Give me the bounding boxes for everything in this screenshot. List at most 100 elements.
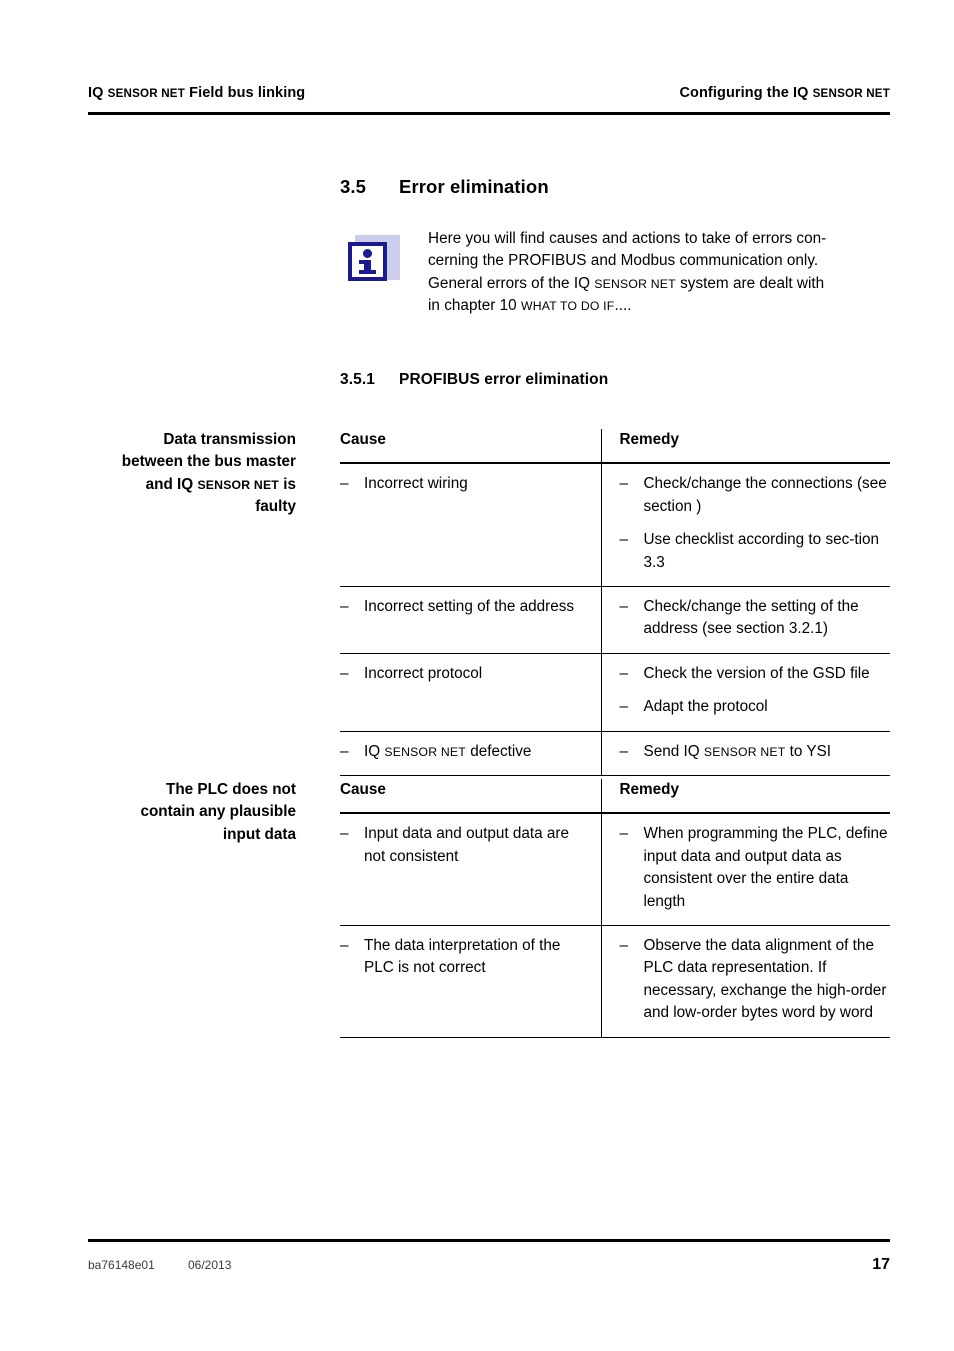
dash-list-item: – Incorrect protocol — [340, 663, 585, 685]
dash-list-item: – Send IQ SENSOR NET to YSI — [620, 741, 891, 763]
dash-list: – IQ SENSOR NET defective — [340, 741, 585, 763]
dash-list-item-text: Send IQ SENSOR NET to YSI — [644, 743, 832, 760]
dash-bullet-icon: – — [619, 664, 629, 682]
footer-rule — [88, 1239, 890, 1242]
info-icon-foot — [359, 270, 376, 274]
column-header-remedy: Remedy — [600, 779, 890, 815]
dash-bullet-icon: – — [340, 598, 349, 616]
dash-list-item-text: When programming the PLC, define input d… — [643, 825, 888, 910]
cell-cause: – IQ SENSOR NET defective — [340, 731, 601, 777]
plc-input-data-table: Cause Remedy – Input data and output data… — [340, 779, 890, 1038]
dash-list-item: – Observe the data alignment of the PLC d… — [620, 935, 891, 1025]
table-row: – IQ SENSOR NET defective – Send IQ SENSOR … — [340, 731, 891, 777]
dash-list: – Incorrect wiring — [340, 473, 585, 495]
dash-list-item: – Incorrect setting of the address — [340, 596, 585, 618]
info-note-line-4-smallcaps: WHAT TO DO IF — [520, 299, 615, 314]
document-id: ba76148e01 — [88, 1258, 155, 1272]
cell-remedy: – Observe the data alignment of the PLC d… — [600, 925, 891, 1038]
dash-list-item: – The data interpretation of the PLC is n… — [340, 935, 585, 980]
dash-bullet-icon: – — [619, 531, 629, 549]
dash-bullet-icon: – — [340, 742, 349, 760]
dash-bullet-icon: – — [619, 937, 629, 955]
dash-bullet-icon: – — [619, 825, 629, 843]
document-page: IQ SENSOR NET Field bus linking Configur… — [0, 0, 954, 1351]
table-header-row: Cause Remedy — [340, 429, 890, 465]
dash-list-item-text: Check/change the setting of the address … — [643, 598, 859, 638]
section-title: Error elimination — [399, 176, 549, 197]
margin-note-line-3-b: is — [278, 475, 296, 493]
dash-list: – Check the version of the GSD file – Adapt… — [620, 663, 891, 719]
text-suffix: defective — [465, 742, 532, 760]
margin-note-plc-input-data: The PLC does not contain any plausible i… — [88, 779, 296, 846]
margin-note-line-2: between the bus master — [121, 453, 296, 471]
dash-bullet-icon: – — [619, 698, 629, 716]
dash-list: – The data interpretation of the PLC is n… — [340, 935, 585, 980]
text-suffix: to YSI — [785, 742, 832, 760]
table-body: – Input data and output data are not cons… — [340, 813, 891, 1038]
margin-note-line-3-a: and IQ — [145, 475, 198, 493]
header-rule — [88, 112, 890, 115]
info-note-line-1: Here you will find causes and actions to… — [428, 230, 827, 247]
dash-list-item-text: Incorrect setting of the address — [364, 598, 575, 616]
cell-remedy: – Check the version of the GSD file – Adapt… — [600, 653, 891, 732]
section-number: 3.5 — [340, 176, 367, 197]
text-prefix: IQ — [364, 742, 385, 760]
info-icon — [348, 235, 400, 287]
table-header-row: Cause Remedy — [340, 779, 890, 815]
column-header-remedy: Remedy — [600, 429, 890, 465]
table-row: – Incorrect setting of the address – Check/… — [340, 586, 891, 654]
dash-list: – Check/change the setting of the address… — [620, 596, 891, 641]
cell-remedy: – Check/change the connections (see secti… — [600, 463, 891, 588]
table-row: – Incorrect wiring – Check/change the conne… — [340, 463, 891, 588]
running-header: IQ SENSOR NET Field bus linking Configur… — [88, 85, 890, 101]
profibus-error-table: Cause Remedy – Incorrect wiring – Check/cha… — [340, 429, 891, 777]
dash-bullet-icon: – — [619, 742, 629, 760]
table-body: – Incorrect wiring – Check/change the conne… — [340, 463, 891, 777]
info-note-line-4-a: in chapter 10 — [428, 297, 521, 315]
dash-list-item-text: Input data and output data are not consi… — [364, 825, 569, 865]
dash-list-item-text: Check/change the connections (see sectio… — [643, 475, 887, 515]
info-note-line-3: General errors of the IQ SENSOR NET syst… — [428, 273, 893, 295]
dash-list-item-text: Check the version of the GSD file — [643, 664, 870, 682]
dash-list-item-text: The data interpretation of the PLC is no… — [364, 937, 561, 977]
margin-note-line-3-smallcaps: SENSOR NET — [197, 477, 279, 492]
dash-list-item: – When programming the PLC, define input … — [620, 823, 891, 913]
column-header-cause: Cause — [340, 429, 601, 465]
running-header-left-prefix: IQ — [88, 85, 108, 101]
dash-list-item: – Adapt the protocol — [620, 696, 891, 718]
running-header-right-prefix: Configuring the IQ — [679, 85, 813, 101]
info-note-line-3-b: system are dealt with — [675, 274, 825, 292]
dash-list: – When programming the PLC, define input … — [620, 823, 891, 913]
dash-list-item: – Input data and output data are not cons… — [340, 823, 585, 868]
table-row: – The data interpretation of the PLC is n… — [340, 925, 891, 1038]
dash-bullet-icon: – — [619, 598, 629, 616]
document-date: 06/2013 — [188, 1258, 232, 1272]
subsection-heading: 3.5.1 PROFIBUS error elimination — [340, 371, 608, 389]
margin-note-data-transmission: Data transmission between the bus master… — [88, 429, 296, 519]
info-icon-dot — [363, 249, 372, 258]
dash-bullet-icon: – — [619, 475, 629, 493]
margin-note-line-2: contain any plausible — [140, 803, 296, 821]
dash-bullet-icon: – — [340, 475, 349, 493]
info-note-line-2: cerning the PROFIBUS and Modbus communic… — [428, 252, 819, 270]
dash-list-item: – Use checklist according to sec-tion 3.3 — [620, 529, 891, 574]
section-heading: 3.5 Error elimination — [340, 176, 549, 198]
cell-cause: – Incorrect protocol — [340, 653, 601, 732]
cell-cause: – The data interpretation of the PLC is n… — [340, 925, 601, 1038]
cell-remedy: – Check/change the setting of the address… — [600, 586, 891, 654]
dash-list: – Send IQ SENSOR NET to YSI — [620, 741, 891, 763]
cell-remedy: – When programming the PLC, define input … — [600, 813, 891, 927]
cell-cause: – Incorrect wiring — [340, 463, 601, 588]
subsection-number: 3.5.1 — [340, 371, 375, 388]
page-number: 17 — [872, 1256, 890, 1273]
dash-list-item: – Incorrect wiring — [340, 473, 585, 495]
running-header-left-smallcaps: SENSOR NET — [107, 87, 186, 100]
dash-bullet-icon: – — [340, 664, 349, 682]
dash-list: – Check/change the connections (see secti… — [620, 473, 891, 574]
dash-list: – Incorrect protocol — [340, 663, 585, 685]
dash-list: – Observe the data alignment of the PLC d… — [620, 935, 891, 1025]
info-note-line-4-b: .... — [614, 297, 632, 315]
running-header-left-suffix: Field bus linking — [185, 85, 306, 101]
info-note-line-3-a: General errors of the IQ — [428, 274, 595, 292]
running-header-left: IQ SENSOR NET Field bus linking — [88, 85, 305, 101]
